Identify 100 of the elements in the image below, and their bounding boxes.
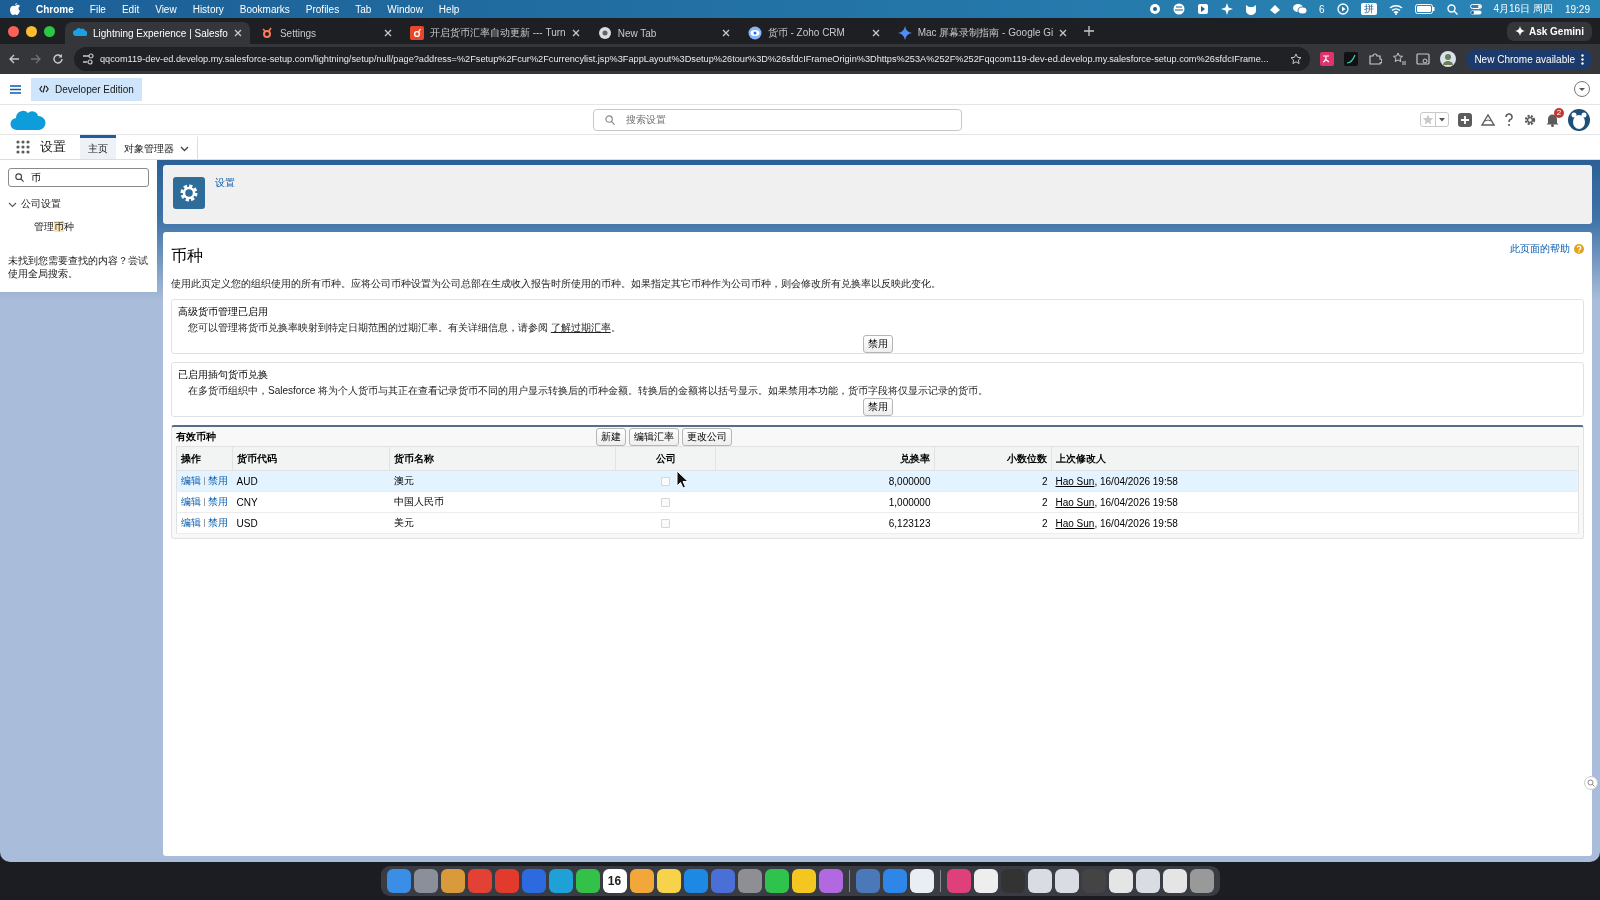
table-button[interactable]: 新建 — [596, 427, 626, 446]
mountain-icon[interactable] — [1481, 113, 1495, 126]
zoom-window-button[interactable] — [44, 25, 55, 37]
app-icon[interactable] — [1162, 869, 1187, 893]
play-icon[interactable] — [1336, 3, 1349, 15]
tab-search-icon[interactable] — [1416, 52, 1431, 66]
app-launcher-icon[interactable] — [16, 140, 30, 154]
battery-icon[interactable] — [1414, 4, 1435, 14]
app-icon[interactable] — [764, 869, 789, 893]
app-icon[interactable] — [909, 869, 934, 893]
app-icon[interactable] — [973, 869, 998, 893]
close-icon[interactable] — [871, 29, 880, 37]
wifi-icon[interactable] — [1388, 3, 1403, 15]
menu-item[interactable]: File — [89, 3, 106, 15]
column-header[interactable]: 兑换率 — [715, 446, 935, 471]
app-icon[interactable] — [440, 869, 465, 893]
quick-find-field[interactable]: 币 — [8, 168, 149, 187]
minimize-window-button[interactable] — [26, 25, 37, 37]
status-icon[interactable] — [1172, 3, 1185, 15]
browser-tab[interactable]: 货币 - Zoho CRM — [739, 22, 888, 44]
action-link[interactable]: 编辑 — [181, 475, 201, 486]
nav-tab[interactable]: 主页 — [80, 135, 116, 159]
avatar-icon[interactable] — [1568, 108, 1590, 131]
table-button[interactable]: 编辑汇率 — [629, 427, 679, 446]
close-icon[interactable] — [721, 29, 730, 37]
site-settings-icon[interactable] — [82, 53, 94, 65]
column-header[interactable]: 公司 — [615, 446, 716, 471]
app-menu[interactable]: Chrome — [36, 3, 74, 15]
column-header[interactable]: 小数位数 — [934, 446, 1052, 471]
nav-tab[interactable]: 对象管理器 — [116, 135, 198, 159]
help-icon[interactable] — [1504, 112, 1514, 127]
disable-button[interactable]: 禁用 — [862, 335, 893, 353]
app-icon[interactable] — [1027, 869, 1052, 893]
menu-bar-date[interactable]: 4月16日 周四 — [1493, 2, 1553, 16]
search-icon[interactable] — [1446, 3, 1458, 15]
action-link[interactable]: 禁用 — [208, 475, 228, 486]
column-header[interactable]: 上次修改人 — [1051, 446, 1579, 471]
menu-item[interactable]: Profiles — [305, 3, 340, 15]
close-icon[interactable] — [383, 29, 392, 37]
dropdown-icon[interactable] — [1574, 81, 1590, 97]
input-method[interactable]: 拼 — [1360, 3, 1377, 15]
action-link[interactable]: 禁用 — [208, 496, 228, 507]
chat-icon[interactable] — [1292, 3, 1307, 15]
disable-button[interactable]: 禁用 — [862, 398, 893, 416]
tree-item[interactable]: 管理币种 — [8, 220, 149, 234]
app-icon[interactable] — [1108, 869, 1133, 893]
terminal-icon[interactable] — [1344, 52, 1359, 66]
reload-icon[interactable] — [52, 53, 64, 65]
action-link[interactable]: 编辑 — [181, 517, 201, 528]
menu-item[interactable]: Tab — [355, 3, 372, 15]
status-icon[interactable] — [1268, 3, 1281, 15]
browser-tab[interactable]: 开启货币汇率自动更新 --- Turn — [401, 22, 588, 44]
bell-icon[interactable] — [1546, 112, 1559, 127]
star-icon[interactable] — [1290, 53, 1303, 65]
caret-icon[interactable] — [1435, 113, 1448, 126]
app-icon[interactable] — [1054, 869, 1079, 893]
menu-item[interactable]: Edit — [121, 3, 140, 15]
status-icon[interactable] — [1148, 3, 1161, 15]
menu-bar-time[interactable]: 19:29 — [1564, 3, 1590, 15]
app-icon[interactable] — [1189, 869, 1214, 893]
plus-icon[interactable] — [1458, 112, 1472, 127]
close-icon[interactable] — [571, 29, 580, 37]
settings-icon[interactable] — [1523, 112, 1537, 127]
forward-icon[interactable] — [30, 53, 42, 65]
column-header[interactable]: 货币名称 — [389, 446, 616, 471]
app-icon[interactable] — [575, 869, 600, 893]
close-icon[interactable] — [233, 29, 242, 37]
switches-icon[interactable] — [1469, 3, 1482, 15]
bookmarks-icon[interactable] — [1392, 52, 1407, 66]
help-link[interactable]: 此页面的帮助 — [1510, 242, 1570, 256]
browser-tab[interactable]: Lightning Experience | Salesfo — [65, 22, 250, 44]
breadcrumb-link[interactable]: 设置 — [215, 177, 235, 212]
app-icon[interactable] — [629, 869, 654, 893]
status-icon[interactable] — [1220, 3, 1233, 15]
app-icon[interactable] — [656, 869, 681, 893]
menu-item[interactable]: Bookmarks — [239, 3, 290, 15]
browser-tab[interactable]: New Tab — [589, 22, 738, 44]
browser-tab[interactable]: Mac 屏幕录制指南 - Google Gi — [889, 22, 1076, 44]
close-icon[interactable] — [1059, 29, 1068, 37]
action-link[interactable]: 编辑 — [181, 496, 201, 507]
plus-icon[interactable] — [1083, 25, 1096, 37]
menu-item[interactable]: Window — [387, 3, 423, 15]
status-icon[interactable] — [1196, 3, 1209, 15]
edition-badge[interactable]: Developer Edition — [31, 77, 142, 101]
browser-tab[interactable]: Settings — [251, 22, 400, 44]
address-field[interactable]: qqcom119-dev-ed.develop.my.salesforce-setup.com/lightning/setup/null/page?address=%2Fsetup%2Fcur%2Fcurrencylist.jsp%3FappLayout%3Dsetup%26tour%3D%26sfdcIFrameOrigin%3Dhttps%253A%252F%252Fqqcom119-dev-ed.develop.my.salesforce-setup.com%26sfdcIFrame... — [74, 47, 1311, 71]
star-icon[interactable] — [1421, 113, 1435, 126]
setup-search-field[interactable]: 搜索设置 — [593, 108, 962, 131]
app-icon[interactable] — [1135, 869, 1160, 893]
update-button[interactable]: New Chrome available — [1466, 48, 1592, 70]
back-icon[interactable] — [8, 53, 20, 65]
menu-item[interactable]: History — [192, 3, 224, 15]
app-icon[interactable] — [791, 869, 816, 893]
action-link[interactable]: 禁用 — [208, 517, 228, 528]
avatar-icon[interactable] — [1440, 51, 1457, 67]
chevron-icon[interactable] — [180, 145, 189, 152]
text-link[interactable]: 了解过期汇率 — [550, 322, 611, 333]
favorites-button[interactable] — [1420, 112, 1449, 127]
column-header[interactable]: 操作 — [176, 446, 233, 471]
status-icon[interactable] — [1244, 3, 1257, 15]
